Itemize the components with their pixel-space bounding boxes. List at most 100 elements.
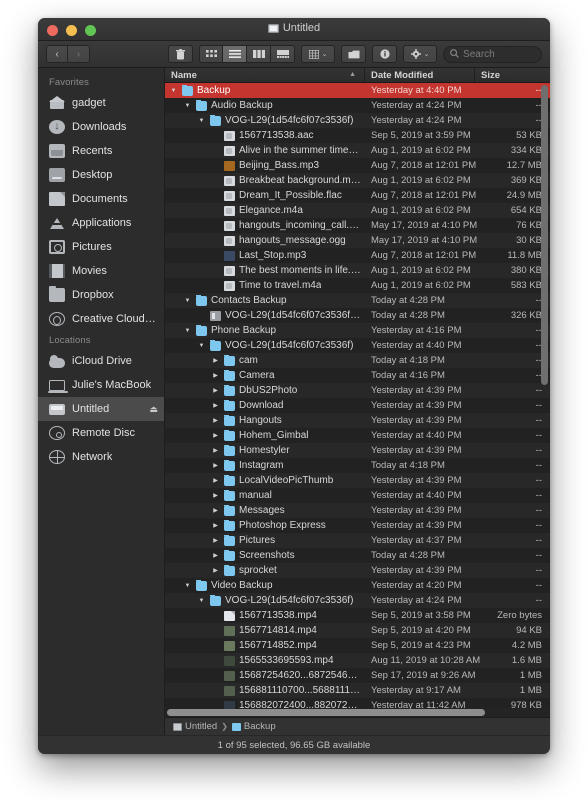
table-row[interactable]: VOG-L29(1d54fc6f07c3536f) Yesterday at 4:…	[165, 113, 550, 128]
disclosure-triangle-closed-icon[interactable]	[211, 493, 220, 499]
disclosure-triangle-open-icon[interactable]	[183, 103, 192, 109]
sidebar-item-julie-s-macbook[interactable]: Julie's MacBook	[38, 373, 164, 397]
table-row[interactable]: hangouts_message.ogg May 17, 2019 at 4:10…	[165, 233, 550, 248]
sidebar-item-untitled[interactable]: Untitled ⏏	[38, 397, 164, 421]
table-row[interactable]: Instagram Today at 4:18 PM --	[165, 458, 550, 473]
disclosure-triangle-closed-icon[interactable]	[211, 463, 220, 469]
breadcrumb-item-backup[interactable]: Backup	[231, 721, 276, 732]
sidebar-item-documents[interactable]: Documents	[38, 187, 164, 211]
table-row[interactable]: cam Today at 4:18 PM --	[165, 353, 550, 368]
delete-button[interactable]	[168, 45, 194, 63]
sidebar-item-gadget[interactable]: gadget	[38, 91, 164, 115]
table-row[interactable]: Pictures Yesterday at 4:37 PM --	[165, 533, 550, 548]
disclosure-triangle-open-icon[interactable]	[197, 118, 206, 124]
table-row[interactable]: 1567713538.mp4 Sep 5, 2019 at 3:58 PM Zero…	[165, 608, 550, 623]
disclosure-triangle-closed-icon[interactable]	[211, 568, 220, 574]
search-input[interactable]: Search	[443, 45, 542, 63]
table-row[interactable]: VOG-L29(1d54fc6f07c3536f) Yesterday at 4:…	[165, 338, 550, 353]
column-header-name[interactable]: Name ▲	[165, 68, 365, 82]
table-row[interactable]: Breakbeat background.m4a Aug 1, 2019 at 6…	[165, 173, 550, 188]
table-row[interactable]: hangouts_incoming_call.ogg May 17, 2019 a…	[165, 218, 550, 233]
table-row[interactable]: Hohem_Gimbal Yesterday at 4:40 PM --	[165, 428, 550, 443]
horizontal-scrollbar[interactable]	[165, 709, 550, 717]
disclosure-triangle-open-icon[interactable]	[183, 583, 192, 589]
disclosure-triangle-open-icon[interactable]	[183, 298, 192, 304]
disclosure-triangle-closed-icon[interactable]	[211, 433, 220, 439]
sidebar-item-recents[interactable]: Recents	[38, 139, 164, 163]
sidebar-item-remote-disc[interactable]: Remote Disc	[38, 421, 164, 445]
table-row[interactable]: DbUS2Photo Yesterday at 4:39 PM --	[165, 383, 550, 398]
table-row[interactable]: Audio Backup Yesterday at 4:24 PM --	[165, 98, 550, 113]
disclosure-triangle-closed-icon[interactable]	[211, 418, 220, 424]
sidebar-item-desktop[interactable]: Desktop	[38, 163, 164, 187]
table-row[interactable]: Dream_It_Possible.flac Aug 7, 2018 at 12:…	[165, 188, 550, 203]
table-row[interactable]: Last_Stop.mp3 Aug 7, 2018 at 12:01 PM 11.8…	[165, 248, 550, 263]
table-row[interactable]: Contacts Backup Today at 4:28 PM --	[165, 293, 550, 308]
table-row[interactable]: Alive in the summer time.m4a Aug 1, 2019 …	[165, 143, 550, 158]
disclosure-triangle-closed-icon[interactable]	[211, 478, 220, 484]
table-row[interactable]: Phone Backup Yesterday at 4:16 PM --	[165, 323, 550, 338]
disclosure-triangle-closed-icon[interactable]	[211, 523, 220, 529]
table-row[interactable]: manual Yesterday at 4:40 PM --	[165, 488, 550, 503]
table-row[interactable]: Screenshots Today at 4:28 PM --	[165, 548, 550, 563]
table-row[interactable]: Video Backup Yesterday at 4:20 PM --	[165, 578, 550, 593]
disclosure-triangle-open-icon[interactable]	[169, 88, 178, 94]
table-row[interactable]: Homestyler Yesterday at 4:39 PM --	[165, 443, 550, 458]
vertical-scrollbar-thumb[interactable]	[541, 85, 548, 385]
table-row[interactable]: Backup Yesterday at 4:40 PM --	[165, 83, 550, 98]
sidebar-item-movies[interactable]: Movies	[38, 259, 164, 283]
table-row[interactable]: 1565533695593.mp4 Aug 11, 2019 at 10:28 A…	[165, 653, 550, 668]
sidebar-item-applications[interactable]: Applications	[38, 211, 164, 235]
share-button[interactable]	[341, 45, 367, 63]
column-header-date-modified[interactable]: Date Modified	[365, 68, 475, 82]
table-row[interactable]: 15687254620...68725462.mp4 Sep 17, 2019 a…	[165, 668, 550, 683]
disclosure-triangle-closed-icon[interactable]	[211, 358, 220, 364]
disclosure-triangle-closed-icon[interactable]	[211, 553, 220, 559]
table-row[interactable]: LocalVideoPicThumb Yesterday at 4:39 PM --	[165, 473, 550, 488]
table-row[interactable]: The best moments in life.m4a Aug 1, 2019 …	[165, 263, 550, 278]
disclosure-triangle-open-icon[interactable]	[197, 598, 206, 604]
table-row[interactable]: Hangouts Yesterday at 4:39 PM --	[165, 413, 550, 428]
disclosure-triangle-closed-icon[interactable]	[211, 403, 220, 409]
table-row[interactable]: 1567714852.mp4 Sep 5, 2019 at 4:23 PM 4.2 …	[165, 638, 550, 653]
sidebar-item-pictures[interactable]: Pictures	[38, 235, 164, 259]
action-menu-button[interactable]: ⌄	[403, 45, 438, 63]
disclosure-triangle-closed-icon[interactable]	[211, 388, 220, 394]
sidebar-item-icloud-drive[interactable]: iCloud Drive	[38, 349, 164, 373]
table-row[interactable]: Elegance.m4a Aug 1, 2019 at 6:02 PM 654 KB	[165, 203, 550, 218]
disclosure-triangle-closed-icon[interactable]	[211, 448, 220, 454]
view-as-icons-button[interactable]	[199, 45, 224, 63]
sidebar-item-network[interactable]: Network	[38, 445, 164, 469]
disclosure-triangle-open-icon[interactable]	[197, 343, 206, 349]
eject-icon[interactable]: ⏏	[149, 404, 158, 415]
view-as-list-button[interactable]	[223, 45, 248, 63]
table-row[interactable]: Camera Today at 4:16 PM --	[165, 368, 550, 383]
table-row[interactable]: VOG-L29(1d54fc6f07c3536f) Yesterday at 4:…	[165, 593, 550, 608]
view-as-columns-button[interactable]	[247, 45, 272, 63]
horizontal-scrollbar-thumb[interactable]	[167, 709, 485, 716]
table-row[interactable]: Beijing_Bass.mp3 Aug 7, 2018 at 12:01 PM 1…	[165, 158, 550, 173]
sidebar-item-dropbox[interactable]: Dropbox	[38, 283, 164, 307]
disclosure-triangle-closed-icon[interactable]	[211, 538, 220, 544]
forward-button[interactable]: ›	[68, 45, 90, 63]
table-row[interactable]: sprocket Yesterday at 4:39 PM --	[165, 563, 550, 578]
table-row[interactable]: Time to travel.m4a Aug 1, 2019 at 6:02 PM…	[165, 278, 550, 293]
column-header-size[interactable]: Size	[475, 68, 550, 82]
group-by-button[interactable]: ⌄	[301, 45, 336, 63]
table-row[interactable]: Messages Yesterday at 4:39 PM --	[165, 503, 550, 518]
table-row[interactable]: Photoshop Express Yesterday at 4:39 PM --	[165, 518, 550, 533]
breadcrumb-item-untitled[interactable]: Untitled	[173, 721, 217, 732]
disclosure-triangle-closed-icon[interactable]	[211, 373, 220, 379]
sidebar-item-creative-cloud-files[interactable]: Creative Cloud Files	[38, 307, 164, 331]
info-button[interactable]	[372, 45, 398, 63]
view-as-gallery-button[interactable]	[271, 45, 296, 63]
vertical-scrollbar[interactable]	[541, 85, 548, 707]
disclosure-triangle-open-icon[interactable]	[183, 328, 192, 334]
sidebar-item-downloads[interactable]: Downloads	[38, 115, 164, 139]
table-row[interactable]: 156882072400...8820724.mp4 Yesterday at 1…	[165, 698, 550, 709]
table-row[interactable]: 156881110700...568811107.mp4 Yesterday at…	[165, 683, 550, 698]
table-row[interactable]: 1567713538.aac Sep 5, 2019 at 3:59 PM 53 K…	[165, 128, 550, 143]
back-button[interactable]: ‹	[46, 45, 68, 63]
disclosure-triangle-closed-icon[interactable]	[211, 508, 220, 514]
table-row[interactable]: VOG-L29(1d54fc6f07c3536f).vcf Today at 4:…	[165, 308, 550, 323]
